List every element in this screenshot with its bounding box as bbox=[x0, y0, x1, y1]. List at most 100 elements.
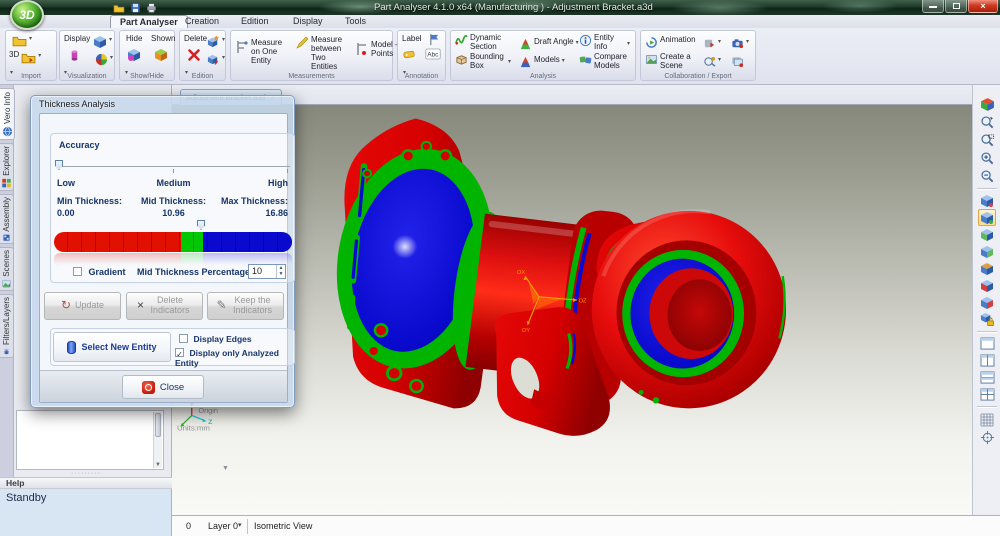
gradient-checkbox[interactable]: Gradient bbox=[73, 267, 126, 277]
sidebar-tab-assembly[interactable]: Assembly bbox=[0, 194, 14, 244]
label-button[interactable]: Label bbox=[402, 35, 422, 44]
tab-tools[interactable]: Tools bbox=[336, 15, 375, 28]
select-new-entity-button[interactable]: Select New Entity bbox=[53, 332, 171, 362]
view-cube-colored-icon[interactable] bbox=[978, 96, 996, 113]
tag-button[interactable] bbox=[402, 48, 416, 61]
dropdown-arrow-icon[interactable] bbox=[718, 55, 721, 64]
capture-button[interactable] bbox=[731, 37, 749, 50]
layer-selector[interactable]: Layer 0 bbox=[208, 521, 238, 531]
new-entity-button[interactable] bbox=[207, 35, 225, 48]
animation-button[interactable]: Animation bbox=[645, 36, 696, 49]
shown-button[interactable]: Shown bbox=[151, 35, 175, 44]
layout-split-vertical-icon[interactable] bbox=[978, 352, 996, 369]
accuracy-slider-thumb[interactable] bbox=[55, 160, 63, 170]
measure-between-button[interactable]: Measure between Two Entities bbox=[295, 36, 353, 72]
zoom-out-icon[interactable] bbox=[978, 168, 996, 185]
dropdown-arrow-icon[interactable] bbox=[29, 34, 32, 43]
zoom-window-icon[interactable] bbox=[978, 132, 996, 149]
dropdown-arrow-icon[interactable] bbox=[38, 51, 41, 60]
layout-split-horizontal-icon[interactable] bbox=[978, 369, 996, 386]
minimize-icon[interactable] bbox=[922, 0, 944, 13]
entity-info-button[interactable]: Entity Info bbox=[579, 34, 622, 52]
view-top-icon[interactable] bbox=[978, 294, 996, 311]
view-left-icon[interactable] bbox=[978, 260, 996, 277]
view-back-icon[interactable] bbox=[978, 243, 996, 260]
analysis-dropdown-2[interactable] bbox=[627, 39, 630, 48]
share-button[interactable] bbox=[731, 55, 744, 68]
create-scene-button[interactable]: Create a Scene bbox=[645, 53, 700, 71]
import-file-button[interactable]: 3D bbox=[9, 51, 41, 64]
dynamic-section-button[interactable]: Dynamic Section bbox=[455, 34, 508, 52]
panel-splitter[interactable]: ········· bbox=[60, 470, 112, 477]
scrollbar-down-icon[interactable]: ▼ bbox=[154, 462, 162, 468]
dropdown-arrow-icon[interactable] bbox=[109, 35, 112, 44]
sidebar-tab-filters-layers[interactable]: Filters/Layers bbox=[0, 294, 14, 358]
compare-models-button[interactable]: Compare Models bbox=[579, 53, 630, 71]
app-logo[interactable]: 3D bbox=[10, 0, 44, 30]
info-list[interactable]: ▼ bbox=[16, 410, 164, 470]
color-button[interactable] bbox=[95, 53, 113, 66]
render-mode-button[interactable] bbox=[93, 35, 112, 49]
scroll-down-indicator-icon[interactable]: ▼ bbox=[222, 465, 229, 472]
delete-button[interactable]: Delete bbox=[184, 35, 207, 44]
scrollbar-thumb[interactable] bbox=[155, 413, 161, 437]
flag-button[interactable] bbox=[428, 33, 441, 46]
dropdown-arrow-icon[interactable] bbox=[718, 37, 721, 46]
tab-display[interactable]: Display bbox=[284, 15, 332, 28]
view-iso-1-icon[interactable] bbox=[978, 192, 996, 209]
delete-button-icon[interactable] bbox=[187, 48, 201, 62]
thickness-analysis-dialog[interactable]: Thickness Analysis Accuracy Low Medium H… bbox=[30, 95, 295, 408]
text-annotation-button[interactable]: Abc bbox=[425, 48, 441, 60]
shown-button-icon[interactable] bbox=[154, 48, 168, 62]
import-3d-button[interactable] bbox=[12, 34, 32, 47]
layout-quad-icon[interactable] bbox=[978, 386, 996, 403]
close-dialog-button[interactable]: Close bbox=[122, 375, 204, 399]
layer-dropdown-icon[interactable]: ▾ bbox=[238, 521, 242, 529]
models-button[interactable]: Models bbox=[519, 56, 565, 69]
sidebar-tab-scenes[interactable]: Scenes bbox=[0, 247, 14, 291]
gradient-checkbox-box[interactable] bbox=[73, 267, 82, 276]
sidebar-tab-vero-info[interactable]: Vero Info bbox=[0, 88, 15, 140]
center-target-icon[interactable] bbox=[978, 429, 996, 446]
display-cylinder-button[interactable] bbox=[68, 48, 81, 63]
update-button[interactable]: ↻ Update bbox=[44, 292, 121, 320]
view-iso-2-icon[interactable] bbox=[978, 209, 996, 226]
view-lock-icon[interactable] bbox=[978, 311, 996, 328]
view-right-icon[interactable] bbox=[978, 277, 996, 294]
analysis-dropdown-1[interactable] bbox=[508, 57, 511, 66]
dropdown-arrow-icon[interactable] bbox=[222, 35, 225, 44]
tab-creation[interactable]: Creation bbox=[176, 15, 228, 28]
draft-angle-button[interactable]: Draft Angle bbox=[519, 38, 579, 51]
dropdown-arrow-icon[interactable] bbox=[222, 53, 225, 62]
display-only-checkbox[interactable]: Display only Analyzed Entity bbox=[175, 348, 294, 368]
display-only-checkbox-box[interactable] bbox=[175, 348, 184, 357]
dropdown-arrow-icon[interactable] bbox=[562, 56, 565, 65]
print-icon[interactable] bbox=[146, 3, 157, 13]
thickness-color-bar[interactable] bbox=[54, 232, 292, 252]
hide-button-icon[interactable] bbox=[127, 48, 141, 62]
export-view-button[interactable] bbox=[703, 55, 721, 68]
edit-entity-button[interactable] bbox=[207, 53, 225, 66]
delete-indicators-button[interactable]: × Delete Indicators bbox=[126, 292, 203, 320]
spinner-arrows-icon[interactable]: ▲▼ bbox=[276, 265, 285, 278]
ring-bore[interactable] bbox=[592, 211, 786, 408]
scrollbar[interactable]: ▼ bbox=[153, 412, 162, 468]
zoom-select-icon[interactable] bbox=[978, 114, 996, 131]
display-edges-checkbox-box[interactable] bbox=[179, 334, 188, 343]
mid-color-slider-thumb[interactable] bbox=[197, 220, 205, 230]
hide-button[interactable]: Hide bbox=[126, 35, 142, 44]
export-model-button[interactable] bbox=[703, 37, 721, 50]
close-icon[interactable]: × bbox=[968, 0, 998, 13]
view-front-icon[interactable] bbox=[978, 226, 996, 243]
dropdown-arrow-icon[interactable] bbox=[110, 53, 113, 62]
sidebar-tab-explorer[interactable]: Explorer bbox=[0, 143, 14, 191]
restore-icon[interactable] bbox=[945, 0, 967, 13]
bounding-box-button[interactable]: Bounding Box bbox=[455, 53, 510, 71]
grid-icon[interactable] bbox=[978, 411, 996, 428]
save-icon[interactable] bbox=[130, 3, 141, 13]
display-button[interactable]: Display bbox=[64, 35, 90, 44]
zoom-in-icon[interactable] bbox=[978, 150, 996, 167]
layout-single-icon[interactable] bbox=[978, 335, 996, 352]
display-edges-checkbox[interactable]: Display Edges bbox=[179, 334, 252, 344]
dropdown-arrow-icon[interactable] bbox=[746, 37, 749, 46]
